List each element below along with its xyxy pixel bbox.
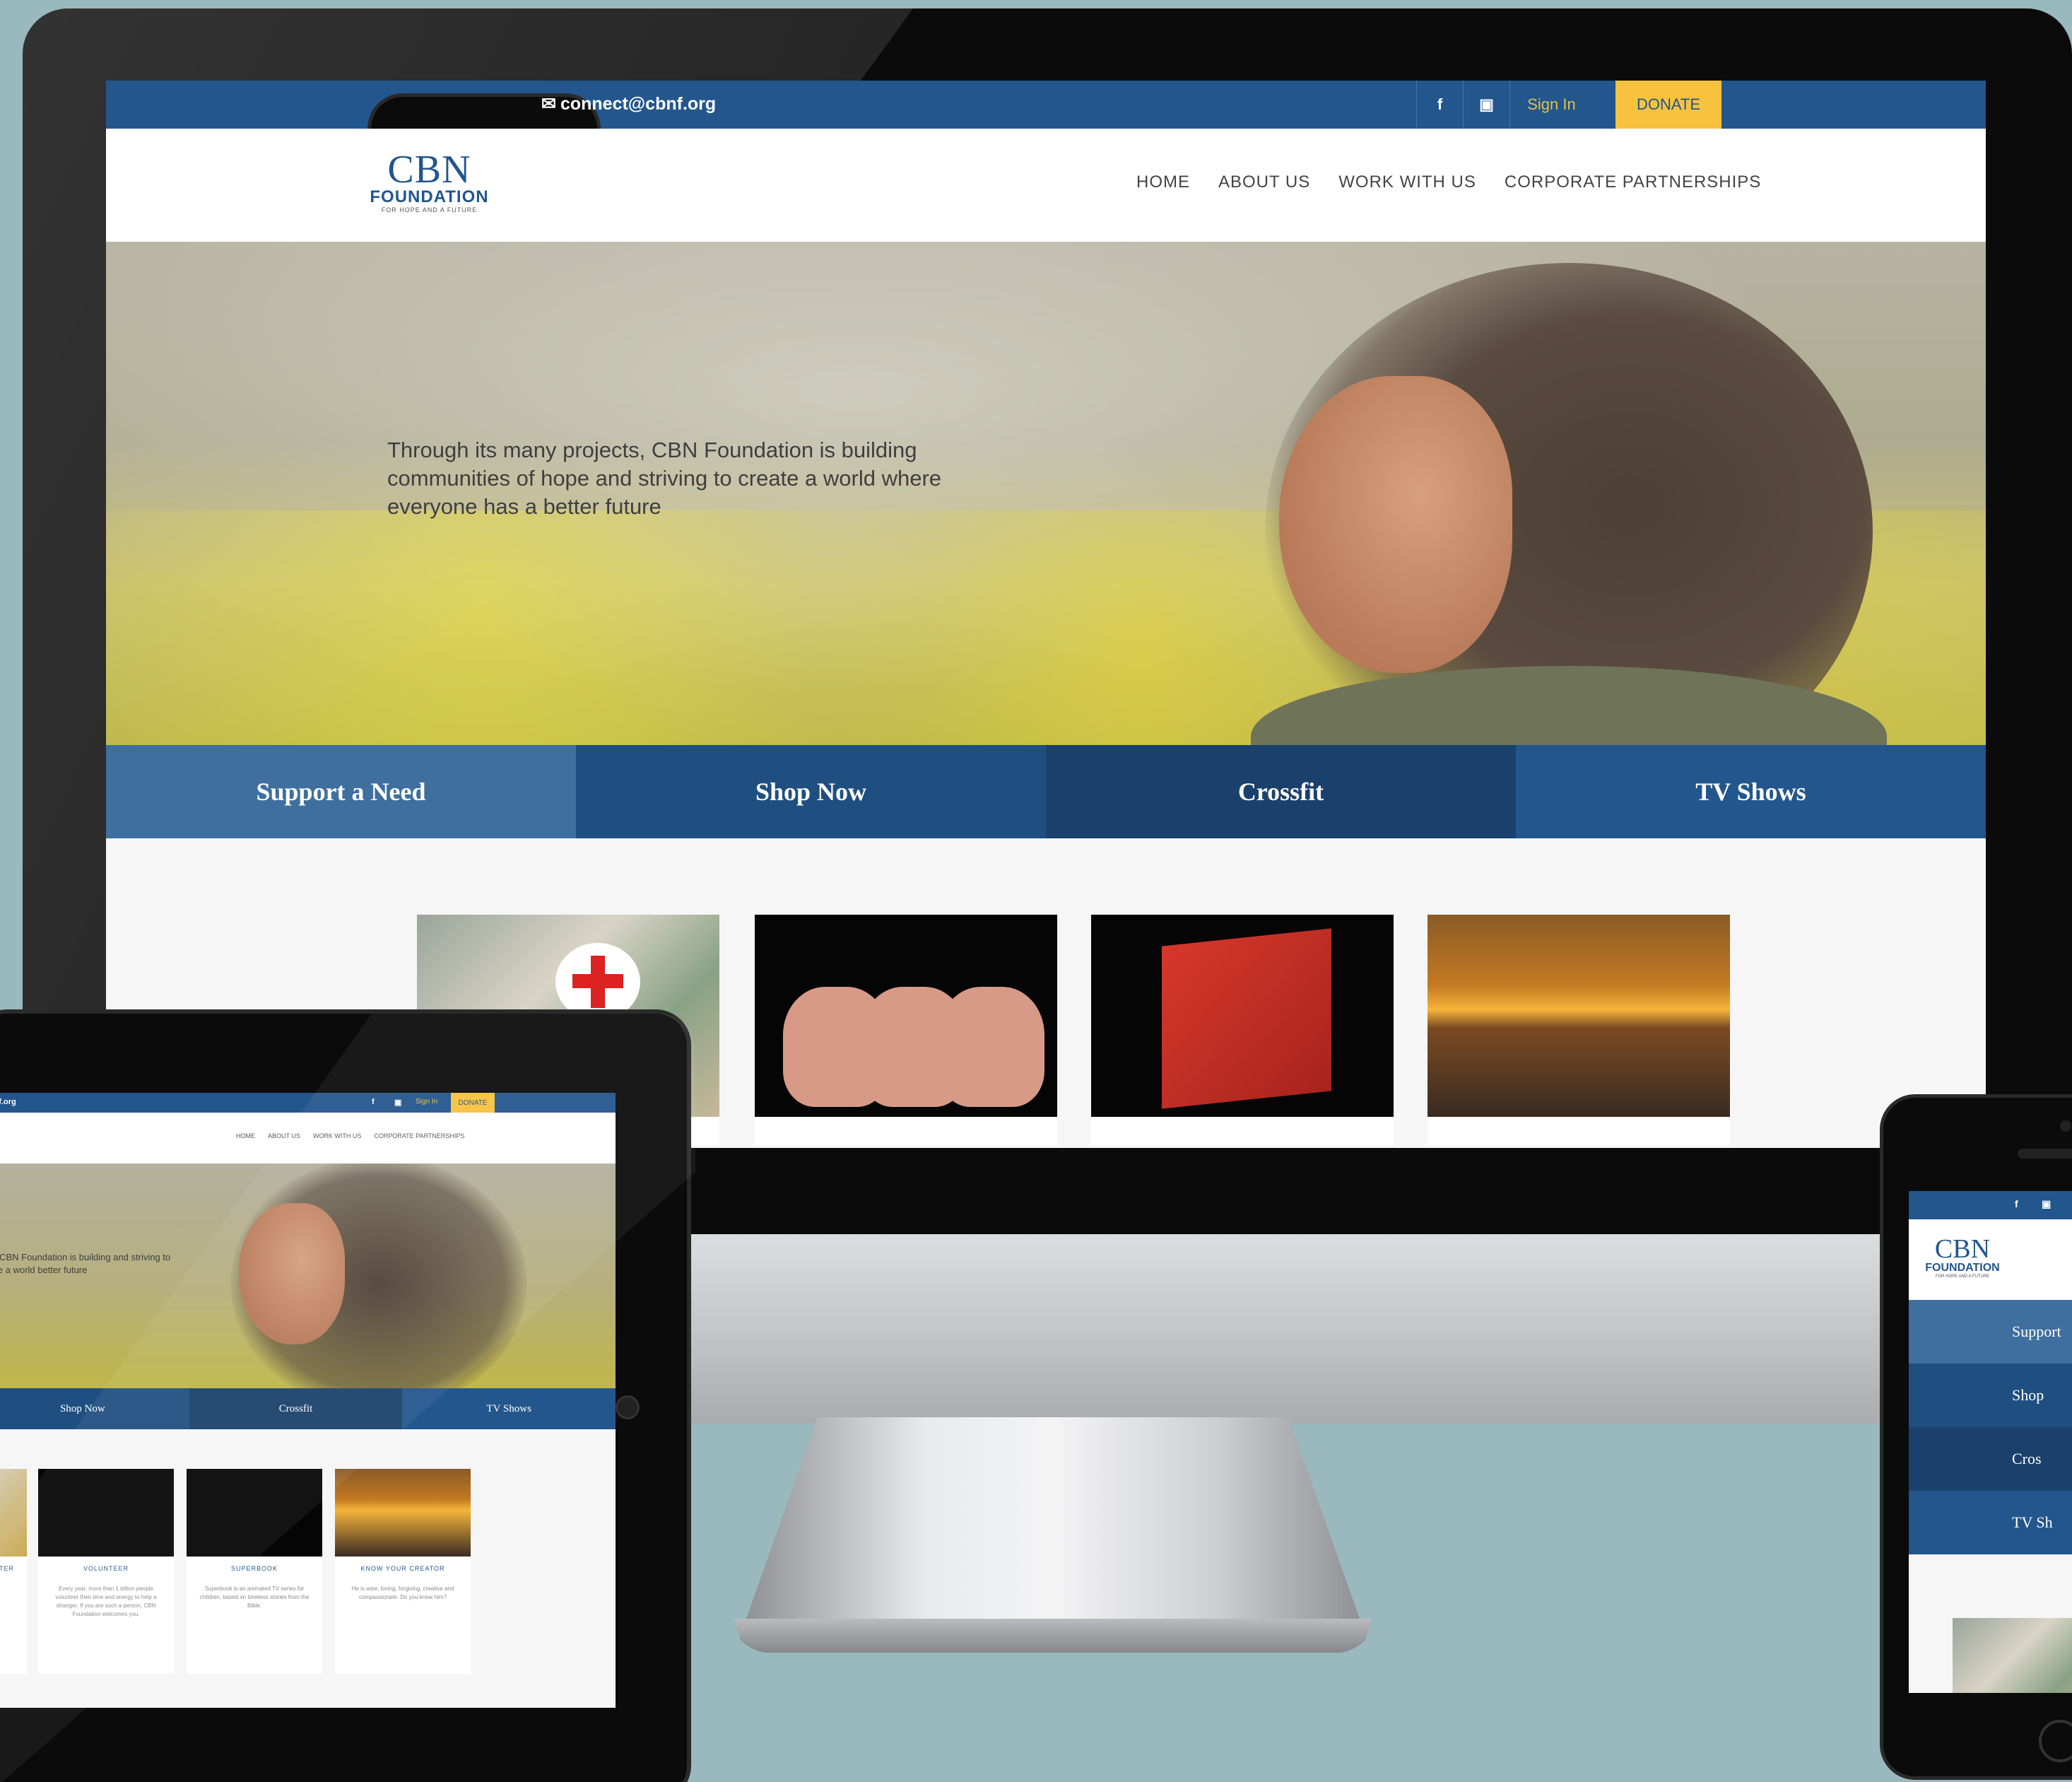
hero-banner: Through its many projects, CBN Foundatio… [106, 242, 1986, 745]
card-title: VOLUNTEER [83, 1565, 129, 1572]
phone-card-image[interactable] [1953, 1618, 2072, 1693]
card-title: KNOW YOUR CREATOR [360, 1565, 445, 1572]
phone-screen: f ▣ CBN FOUNDATION FOR HOPE AND A FUTURE… [1909, 1191, 2072, 1693]
logo-wordmark: FOUNDATION [370, 187, 489, 206]
feature-tiles: Support a Need Shop Now Crossfit TV Show… [106, 745, 1986, 838]
tile-tv-shows[interactable]: TV Shows [402, 1388, 616, 1429]
card-caption-strip [1091, 1117, 1394, 1145]
main-navbar: CBN FOUNDATION FOR HOPE AND A FUTURE HOM… [106, 129, 1986, 242]
logo-tagline: FOR HOPE AND A FUTURE [381, 206, 478, 213]
youtube-icon[interactable]: ▣ [2042, 1198, 2051, 1210]
card-image [335, 1469, 471, 1557]
top-bar: ✆ 0124-4286777 ✉ connect@cbnf.org f ▣ Si… [106, 81, 1986, 779]
cbn-logo[interactable]: CBN FOUNDATION FOR HOPE AND A FUTURE [367, 148, 491, 213]
card-description: Superbook is an animated TV series for c… [199, 1585, 310, 1609]
facebook-icon[interactable]: f [2015, 1198, 2018, 1209]
logo-mark: CBN [1934, 1234, 1991, 1264]
tablet-hero: ects, CBN Foundation is building and str… [0, 1163, 616, 1388]
desktop-screen: ✆ 0124-4286777 ✉ connect@cbnf.org f ▣ Si… [106, 81, 1986, 1148]
phone-speaker [2018, 1149, 2072, 1159]
phone-home-button[interactable] [2039, 1720, 2072, 1762]
logo-tagline: FOR HOPE AND A FUTURE [1935, 1274, 1990, 1279]
tile-support-a-need[interactable]: Support a Need [106, 745, 576, 838]
tablet-screen: @cbnf.org f ▣ Sign In DONATE HOME ABOUT … [0, 1093, 616, 1708]
card-hands-image[interactable] [755, 915, 1057, 1145]
youtube-icon[interactable]: ▣ [394, 1098, 401, 1107]
card-superbook-image[interactable] [1091, 915, 1394, 1145]
tile-crossfit[interactable]: Crossfit [189, 1388, 403, 1429]
card-volunteer[interactable]: VOLUNTEER Every year, more than 1 billio… [38, 1469, 174, 1674]
tablet-device: @cbnf.org f ▣ Sign In DONATE HOME ABOUT … [0, 1009, 691, 1782]
tile-crossfit[interactable]: Cros [1909, 1427, 2072, 1491]
logo-wordmark: FOUNDATION [1925, 1262, 2000, 1274]
hero-woman-face [239, 1203, 345, 1344]
card-superbook[interactable]: SUPERBOOK Superbook is an animated TV se… [187, 1469, 322, 1674]
email-address: connect@cbnf.org [560, 93, 717, 114]
tile-shop-now[interactable]: Shop Now [0, 1388, 189, 1429]
tablet-top-bar: @cbnf.org f ▣ Sign In DONATE [0, 1093, 616, 1113]
monitor-stand [735, 1417, 1371, 1651]
tablet-navbar: HOME ABOUT US WORK WITH US CORPORATE PAR… [0, 1113, 616, 1163]
card-description: He is wise, loving, forgiving, creative … [351, 1585, 454, 1600]
donate-button[interactable]: DONATE [1615, 81, 1721, 129]
tile-shop[interactable]: Shop [1909, 1364, 2072, 1427]
tablet-sign-in[interactable]: Sign In [416, 1098, 437, 1106]
nav-corporate-partnerships[interactable]: CORPORATE PARTNERSHIPS [374, 1132, 464, 1139]
phone-navbar: CBN FOUNDATION FOR HOPE AND A FUTURE [1909, 1219, 2072, 1300]
tablet-tiles: Shop Now Crossfit TV Shows [0, 1388, 616, 1429]
tablet-email[interactable]: @cbnf.org [0, 1098, 16, 1106]
hand-shape [938, 987, 1044, 1107]
card-image [38, 1469, 174, 1557]
nav-corporate-partnerships[interactable]: CORPORATE PARTNERSHIPS [1505, 172, 1761, 192]
email-contact[interactable]: ✉ connect@cbnf.org [541, 93, 716, 115]
hero-text: Through its many projects, CBN Foundatio… [387, 438, 942, 519]
tile-support[interactable]: Support [1909, 1300, 2072, 1364]
nav-work-with-us[interactable]: WORK WITH US [1338, 172, 1476, 192]
card-caption-strip [1428, 1117, 1730, 1145]
tile-tv-shows[interactable]: TV Shows [1516, 745, 1986, 838]
sign-in-link[interactable]: Sign In [1509, 81, 1593, 129]
monitor-stand-base [735, 1619, 1371, 1653]
tile-shop-now[interactable]: Shop Now [576, 745, 1046, 838]
card-disaster[interactable]: DISASTER [0, 1469, 27, 1674]
phone-device: f ▣ CBN FOUNDATION FOR HOPE AND A FUTURE… [1880, 1094, 2072, 1780]
facebook-icon[interactable]: f [1416, 81, 1463, 129]
tile-tv-shows[interactable]: TV Sh [1909, 1491, 2072, 1554]
card-image [187, 1469, 322, 1557]
phone-top-bar: f ▣ [1909, 1191, 2072, 1219]
tablet-cards: DISASTER VOLUNTEER Every year, more than… [0, 1429, 616, 1708]
nav-home[interactable]: HOME [1136, 172, 1190, 192]
nav-about-us[interactable]: ABOUT US [268, 1132, 300, 1139]
facebook-icon[interactable]: f [372, 1098, 375, 1106]
tablet-nav-links: HOME ABOUT US WORK WITH US CORPORATE PAR… [236, 1132, 464, 1139]
nav-home[interactable]: HOME [236, 1132, 255, 1139]
phone-camera [2060, 1120, 2071, 1132]
card-know-your-creator[interactable]: KNOW YOUR CREATOR He is wise, loving, fo… [335, 1469, 471, 1674]
cbn-logo[interactable]: CBN FOUNDATION FOR HOPE AND A FUTURE [1920, 1236, 2005, 1279]
nav-links: HOME ABOUT US WORK WITH US CORPORATE PAR… [1136, 172, 1761, 192]
card-caption-strip [755, 1117, 1057, 1145]
nav-work-with-us[interactable]: WORK WITH US [313, 1132, 362, 1139]
youtube-icon[interactable]: ▣ [1463, 81, 1509, 129]
tablet-hero-text: ects, CBN Foundation is building and str… [0, 1252, 171, 1275]
superbook-box [1162, 928, 1331, 1109]
card-title: SUPERBOOK [230, 1565, 278, 1572]
card-description: Every year, more than 1 billion people v… [55, 1585, 157, 1617]
card-image [0, 1469, 27, 1557]
tablet-donate-button[interactable]: DONATE [451, 1093, 495, 1113]
mail-icon: ✉ [541, 94, 556, 114]
nav-about-us[interactable]: ABOUT US [1218, 172, 1310, 192]
card-sunset-image[interactable] [1428, 915, 1730, 1145]
logo-mark: CBN [387, 148, 471, 192]
tile-crossfit[interactable]: Crossfit [1046, 745, 1516, 838]
card-title: DISASTER [0, 1565, 14, 1572]
tablet-home-button[interactable] [616, 1395, 640, 1419]
hero-woman-face [1279, 376, 1512, 673]
